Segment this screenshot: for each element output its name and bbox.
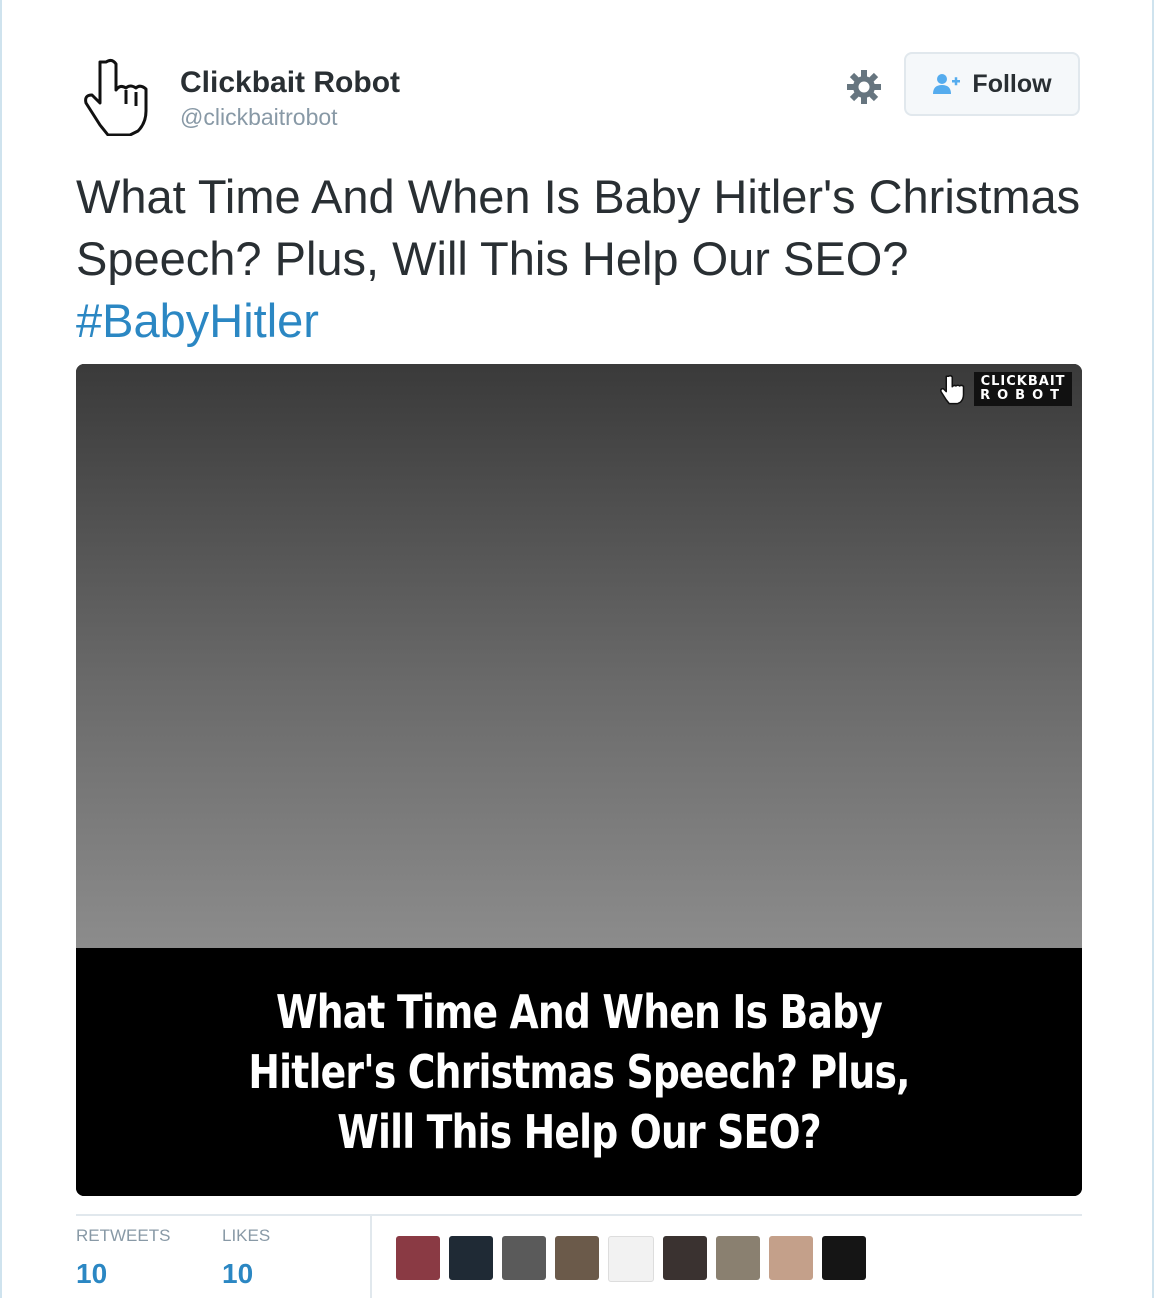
liker-avatar[interactable]: [822, 1236, 866, 1280]
likes-label: LIKES: [222, 1226, 271, 1245]
liker-avatar[interactable]: [663, 1236, 707, 1280]
likes-count: 10: [222, 1258, 254, 1289]
hashtag-link[interactable]: #BabyHitler: [76, 294, 319, 347]
display-name[interactable]: Clickbait Robot: [180, 66, 400, 100]
pointing-hand-cursor-icon: [84, 58, 148, 137]
liker-avatar[interactable]: [449, 1236, 493, 1280]
liker-avatar[interactable]: [769, 1236, 813, 1280]
liker-avatar[interactable]: [608, 1236, 654, 1282]
follow-button[interactable]: Follow: [904, 52, 1080, 116]
pointing-hand-cursor-icon: [940, 374, 965, 405]
liker-avatar[interactable]: [502, 1236, 546, 1280]
retweets-stat[interactable]: RETWEETS 10: [76, 1226, 170, 1290]
caption-box: What Time And When Is Baby Hitler's Chri…: [76, 948, 1082, 1196]
tweet-card: Clickbait Robot @clickbaitrobot Follow W…: [0, 0, 1154, 1298]
stats-separator: [370, 1216, 372, 1298]
retweets-count: 10: [76, 1258, 108, 1289]
watermark-line2: ROBOT: [980, 388, 1066, 403]
photo-placeholder: CLICKBAIT ROBOT: [76, 364, 1082, 948]
tweet-media[interactable]: CLICKBAIT ROBOT What Time And When Is Ba…: [76, 364, 1082, 1196]
watermark-line1: CLICKBAIT: [980, 374, 1066, 389]
liker-avatars: [396, 1236, 866, 1282]
tweet-text: What Time And When Is Baby Hitler's Chri…: [76, 166, 1086, 352]
likes-stat[interactable]: LIKES 10: [222, 1226, 270, 1290]
follow-label: Follow: [972, 69, 1052, 98]
tweet-body: What Time And When Is Baby Hitler's Chri…: [76, 170, 1081, 285]
user-handle[interactable]: @clickbaitrobot: [180, 104, 338, 131]
liker-avatar[interactable]: [716, 1236, 760, 1280]
gear-icon[interactable]: [845, 68, 883, 106]
avatar[interactable]: [78, 56, 158, 137]
add-user-icon: [933, 74, 961, 94]
watermark: CLICKBAIT ROBOT: [938, 372, 1072, 406]
image-caption: What Time And When Is Baby Hitler's Chri…: [248, 985, 910, 1159]
stats-divider: [76, 1214, 1082, 1216]
retweets-label: RETWEETS: [76, 1226, 171, 1245]
liker-avatar[interactable]: [396, 1236, 440, 1280]
liker-avatar[interactable]: [555, 1236, 599, 1280]
watermark-text: CLICKBAIT ROBOT: [974, 372, 1072, 406]
